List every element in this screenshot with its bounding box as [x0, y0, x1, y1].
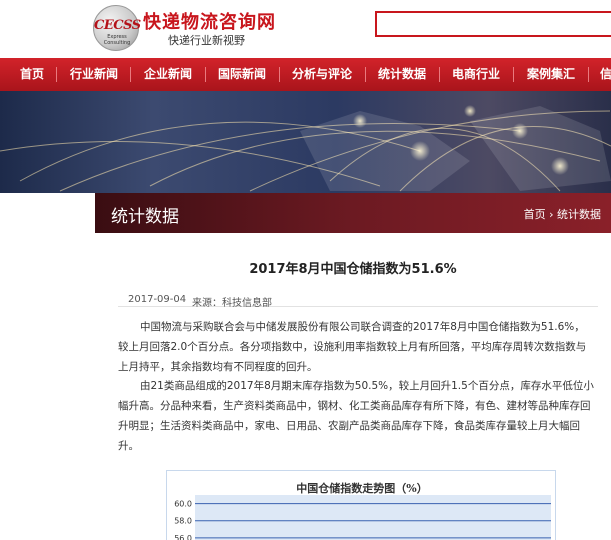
article-paragraph: 由21类商品组成的2017年8月期末库存指数为50.5%，较上月回升1.5个百分… — [118, 380, 594, 452]
nav-item-home[interactable]: 首页 — [20, 58, 44, 91]
chart-canvas: 中国仓储指数走势图（%） 60.0 58.0 56.0 — [174, 481, 551, 540]
nav-item-analysis[interactable]: 分析与评论 — [292, 58, 352, 91]
article-paragraph: 中国物流与采购联合会与中储发展股份有限公司联合调查的2017年8月中国仓储指数为… — [118, 321, 587, 373]
nav-item-statistics[interactable]: 统计数据 — [378, 58, 426, 91]
article-date: 2017-09-04 — [128, 294, 187, 305]
search-input[interactable] — [375, 11, 611, 37]
nav-divider — [130, 67, 131, 82]
breadcrumb-separator: › — [549, 208, 554, 221]
article-title: 2017年8月中国仓储指数为51.6% — [249, 262, 457, 277]
main-nav: 首页 行业新闻 企业新闻 国际新闻 分析与评论 统计数据 电商行业 案例集汇 信 — [0, 58, 611, 91]
nav-divider — [588, 67, 589, 82]
nav-divider — [439, 67, 440, 82]
nav-item-company-news[interactable]: 企业新闻 — [144, 58, 192, 91]
nav-divider — [205, 67, 206, 82]
breadcrumb-current[interactable]: 统计数据 — [557, 208, 601, 221]
section-header: 统计数据 首页 › 统计数据 — [95, 193, 611, 233]
nav-divider — [56, 67, 57, 82]
chart-title: 中国仓储指数走势图（%） — [296, 481, 427, 495]
nav-item-cases[interactable]: 案例集汇 — [527, 58, 575, 91]
nav-divider — [279, 67, 280, 82]
site-slogan: 快递行业新视野 — [168, 34, 245, 47]
chart-plot-area — [195, 495, 551, 540]
nav-divider — [365, 67, 366, 82]
nav-divider — [513, 67, 514, 82]
nav-item-international-news[interactable]: 国际新闻 — [218, 58, 266, 91]
site-title[interactable]: 快递物流咨询网 — [143, 8, 276, 34]
breadcrumb-home[interactable]: 首页 — [524, 208, 546, 221]
chart-y-tick-label: 60.0 — [174, 500, 192, 509]
article-meta: 2017-09-04 来源：科技信息部 — [118, 289, 598, 309]
site-header: CECSS Express Consulting 快递物流咨询网 快递行业新视野 — [0, 0, 611, 58]
logo-subtext: Express Consulting — [103, 34, 131, 46]
chart-y-tick-label: 58.0 — [174, 517, 192, 526]
hero-banner — [0, 91, 611, 193]
chart-y-tick-label: 56.0 — [174, 534, 192, 540]
logo-text: CECSS — [94, 18, 141, 33]
nav-item-ecommerce[interactable]: 电商行业 — [452, 58, 500, 91]
nav-item-more[interactable]: 信 — [600, 58, 611, 91]
breadcrumb: 首页 › 统计数据 — [524, 206, 601, 222]
warehouse-index-chart: 中国仓储指数走势图（%） 60.0 58.0 56.0 — [166, 470, 556, 540]
section-title: 统计数据 — [111, 207, 179, 227]
nav-item-industry-news[interactable]: 行业新闻 — [70, 58, 118, 91]
banner-network-graphic — [0, 105, 611, 192]
article-source: 来源：科技信息部 — [192, 298, 272, 309]
site-logo[interactable]: CECSS Express Consulting — [93, 5, 141, 51]
